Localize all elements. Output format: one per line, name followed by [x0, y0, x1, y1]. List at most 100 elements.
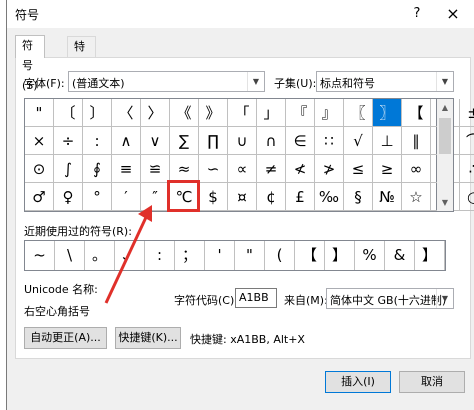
scrollbar-thumb[interactable]: [439, 118, 451, 154]
symbol-cell[interactable]: 〖: [344, 99, 373, 127]
recent-symbol-cell[interactable]: 【: [295, 241, 325, 270]
title-bar: 符号 ? ×: [7, 0, 474, 28]
symbol-cell[interactable]: ♀: [54, 183, 83, 211]
symbol-cell[interactable]: ×: [25, 127, 54, 155]
recent-symbol-cell[interactable]: 、: [115, 241, 145, 270]
symbol-cell[interactable]: ∮: [83, 155, 112, 183]
recent-symbol-cell[interactable]: \: [55, 241, 85, 270]
symbol-cell[interactable]: °: [83, 183, 112, 211]
cancel-button[interactable]: 取消: [399, 371, 465, 393]
symbol-cell[interactable]: 【: [402, 99, 431, 127]
scroll-up-icon[interactable]: ▲: [437, 99, 453, 116]
recent-symbol-cell[interactable]: 】: [325, 241, 355, 270]
recent-symbol-cell[interactable]: ~: [25, 241, 55, 270]
symbol-cell[interactable]: ≤: [344, 155, 373, 183]
symbol-cell[interactable]: ℃: [170, 183, 199, 211]
symbol-cell[interactable]: ♂: [25, 183, 54, 211]
symbol-cell[interactable]: ≥: [373, 155, 402, 183]
symbol-grid-scrollbar[interactable]: ▲ ▼: [437, 98, 454, 212]
symbol-cell[interactable]: ∥: [402, 127, 431, 155]
subset-dropdown[interactable]: 标点和符号 ▼: [316, 71, 454, 92]
symbol-cell[interactable]: ÷: [54, 127, 83, 155]
symbol-cell[interactable]: ∴: [460, 155, 474, 183]
symbol-cell[interactable]: ○: [460, 183, 474, 211]
symbol-cell[interactable]: ∈: [286, 127, 315, 155]
symbol-cell[interactable]: ∪: [228, 127, 257, 155]
symbol-cell[interactable]: ¢: [257, 183, 286, 211]
recent-symbol-cell[interactable]: ；: [175, 241, 205, 270]
from-dropdown[interactable]: 简体中文 GB(十六进制) ▼: [326, 288, 454, 309]
recent-symbol-cell[interactable]: ": [235, 241, 265, 270]
chevron-down-icon: ▼: [247, 72, 264, 91]
symbol-cell[interactable]: ≈: [170, 155, 199, 183]
symbol-cell[interactable]: 《: [170, 99, 199, 127]
symbol-dialog: 符号 ? × 符号(S) 特殊字符(P) 字体(F): (普通文本) ▼ 子集(…: [6, 0, 474, 410]
symbol-cell[interactable]: 『: [286, 99, 315, 127]
symbol-cell[interactable]: ∝: [228, 155, 257, 183]
symbol-cell[interactable]: ‰: [315, 183, 344, 211]
symbol-cell[interactable]: ≯: [315, 155, 344, 183]
symbol-cell[interactable]: 〈: [112, 99, 141, 127]
symbol-cell[interactable]: ∩: [257, 127, 286, 155]
symbol-cell[interactable]: ∑: [170, 127, 199, 155]
symbol-cell[interactable]: ∽: [199, 155, 228, 183]
symbol-cell[interactable]: ≠: [257, 155, 286, 183]
symbol-cell[interactable]: 』: [315, 99, 344, 127]
recent-symbols-row: ~ \。、:； ' "(【】% &】: [24, 240, 446, 271]
recent-symbol-cell[interactable]: 。: [85, 241, 115, 270]
symbol-cell[interactable]: ⊙: [25, 155, 54, 183]
font-value: (普通文本): [72, 77, 125, 90]
symbol-cell[interactable]: ∷: [315, 127, 344, 155]
symbol-cell[interactable]: ☆: [402, 183, 431, 211]
symbol-cell[interactable]: ⌒: [460, 127, 474, 155]
recent-symbol-cell[interactable]: (: [265, 241, 295, 270]
close-button[interactable]: ×: [439, 3, 467, 25]
symbol-cell[interactable]: £: [286, 183, 315, 211]
symbol-cell[interactable]: 〉: [141, 99, 170, 127]
tab-symbols[interactable]: 符号(S): [15, 35, 45, 92]
symbol-cell[interactable]: ∧: [112, 127, 141, 155]
symbol-cell[interactable]: ¤: [228, 183, 257, 211]
recent-symbol-cell[interactable]: &: [385, 241, 415, 270]
char-code-input[interactable]: A1BB: [235, 288, 277, 308]
symbol-cell[interactable]: ′: [112, 183, 141, 211]
symbol-cell[interactable]: ≌: [141, 155, 170, 183]
shortcut-key-button[interactable]: 快捷键(K)...: [115, 327, 181, 349]
recent-symbol-cell[interactable]: :: [145, 241, 175, 270]
help-button[interactable]: ?: [403, 3, 431, 25]
subset-value: 标点和符号: [320, 77, 375, 90]
symbol-cell[interactable]: ⊥: [373, 127, 402, 155]
symbol-cell[interactable]: ∞: [402, 155, 431, 183]
recent-symbol-cell[interactable]: ': [205, 241, 235, 270]
symbol-cell[interactable]: √: [344, 127, 373, 155]
symbol-cell[interactable]: ∨: [141, 127, 170, 155]
symbol-cell[interactable]: 》: [199, 99, 228, 127]
symbol-cell[interactable]: 〗: [373, 99, 402, 127]
recent-symbol-cell[interactable]: %: [355, 241, 385, 270]
symbol-cell[interactable]: ≡: [112, 155, 141, 183]
recent-symbol-cell[interactable]: 】: [415, 241, 445, 270]
symbol-cell[interactable]: ": [25, 99, 54, 127]
shortcut-text: 快捷键: xA1BB, Alt+X: [190, 333, 305, 346]
symbol-cell[interactable]: 「: [228, 99, 257, 127]
symbol-cell[interactable]: №: [373, 183, 402, 211]
symbol-cell[interactable]: 〕: [83, 99, 112, 127]
symbol-cell[interactable]: ±: [460, 99, 474, 127]
symbol-cell[interactable]: ≮: [286, 155, 315, 183]
tab-special-characters[interactable]: 特殊字符(P): [67, 36, 97, 133]
autocorrect-button[interactable]: 自动更正(A)...: [24, 327, 107, 349]
insert-button[interactable]: 插入(I): [325, 371, 391, 393]
recent-symbols-label: 近期使用过的符号(R):: [24, 225, 132, 238]
symbol-cell[interactable]: §: [344, 183, 373, 211]
scroll-down-icon[interactable]: ▼: [437, 194, 453, 211]
chevron-down-icon: ▼: [436, 72, 453, 91]
symbol-cell[interactable]: 」: [257, 99, 286, 127]
symbol-cell[interactable]: 〔: [54, 99, 83, 127]
font-dropdown[interactable]: (普通文本) ▼: [68, 71, 265, 92]
symbol-cell[interactable]: :: [83, 127, 112, 155]
symbol-cell[interactable]: $: [199, 183, 228, 211]
char-code-label: 字符代码(C):: [174, 294, 238, 307]
symbol-cell[interactable]: ″: [141, 183, 170, 211]
symbol-cell[interactable]: ∏: [199, 127, 228, 155]
symbol-cell[interactable]: ∫: [54, 155, 83, 183]
